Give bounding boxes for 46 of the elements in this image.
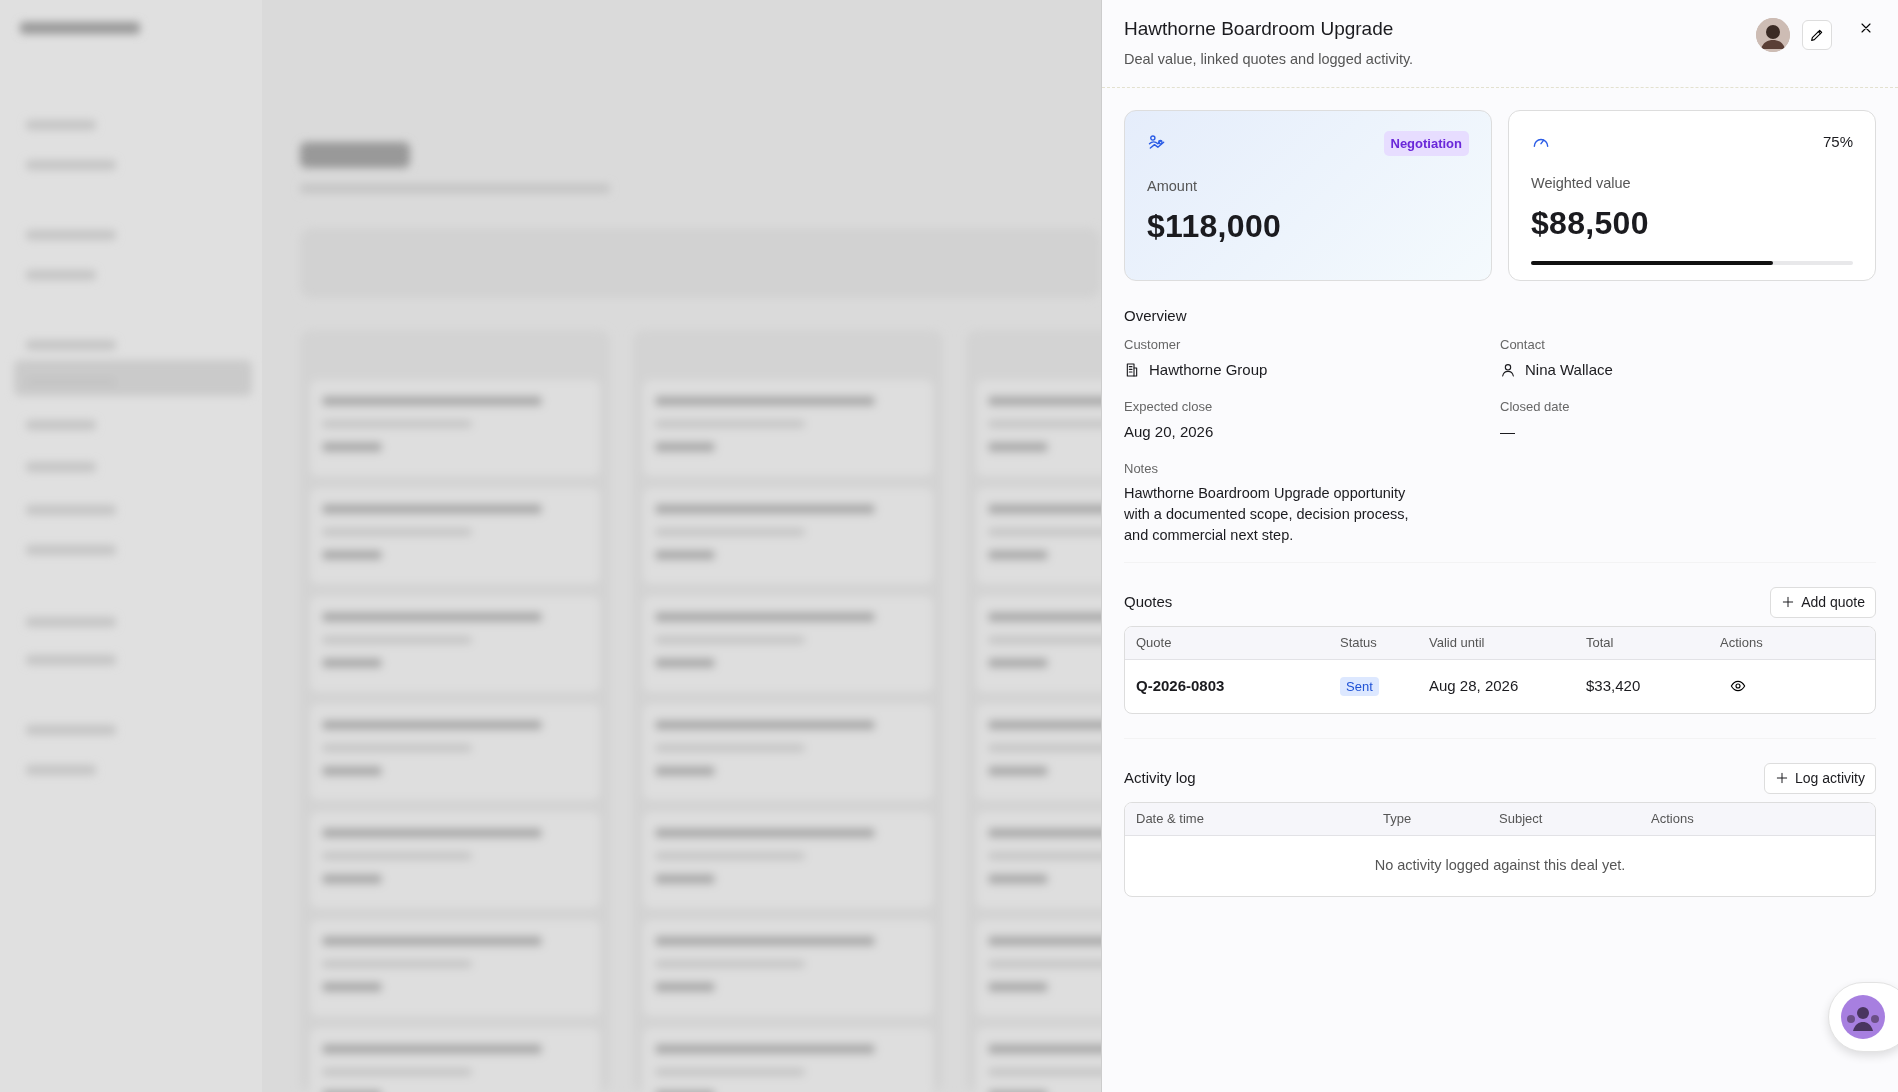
column-header: Subject (1499, 809, 1544, 828)
column-header: Type (1383, 809, 1413, 828)
notes-text: Hawthorne Boardroom Upgrade opportunity with a documented scope, decision process, and commercial next step. (1124, 483, 1410, 545)
field-label: Notes (1124, 460, 1159, 479)
people-icon (1841, 995, 1885, 1039)
field-value: Aug 20, 2026 (1124, 421, 1214, 442)
table-cell-text: $33,420 (1586, 675, 1642, 696)
field-value: Nina Wallace (1525, 359, 1613, 380)
column-header: Actions (1720, 633, 1764, 652)
section-title: Activity log (1124, 767, 1196, 788)
status-badge: Sent (1340, 676, 1379, 696)
stat-value: $118,000 (1147, 206, 1283, 246)
field-label: Closed date (1500, 398, 1571, 417)
drawer-title: Hawthorne Boardroom Upgrade (1124, 18, 1395, 41)
stat-label: Amount (1147, 177, 1198, 197)
field-value: — (1500, 421, 1515, 442)
column-header: Total (1586, 633, 1615, 652)
section-title: Overview (1124, 305, 1188, 326)
column-header: Valid until (1429, 633, 1486, 652)
column-header: Status (1340, 633, 1378, 652)
field-value: Hawthorne Group (1149, 359, 1268, 380)
person-icon (1500, 361, 1516, 378)
avatar-icon[interactable] (1756, 18, 1790, 52)
stat-label: Weighted value (1531, 174, 1632, 194)
table-cell-text: Aug 28, 2026 (1429, 675, 1520, 696)
field-label: Customer (1124, 336, 1182, 355)
add-quote-button[interactable]: Add quote (1770, 586, 1876, 618)
section-title: Quotes (1124, 591, 1173, 612)
edit-button[interactable] (1802, 20, 1832, 50)
column-header: Date & time (1136, 809, 1205, 828)
column-header: Quote (1136, 633, 1173, 652)
chat-launcher[interactable] (1828, 982, 1898, 1052)
pencil-icon (1809, 27, 1825, 43)
probability-text: 75% (1822, 131, 1853, 152)
column-header: Actions (1651, 809, 1695, 828)
plus-icon (1774, 771, 1789, 786)
building-icon (1124, 361, 1140, 378)
stat-value: $88,500 (1531, 203, 1650, 243)
field-label: Contact (1500, 336, 1546, 355)
plus-icon (1781, 595, 1796, 610)
empty-message: No activity logged against this deal yet. (1373, 855, 1627, 875)
field-label: Expected close (1124, 398, 1214, 417)
stage-badge: Negotiation (1383, 130, 1469, 157)
drawer-subtitle: Deal value, linked quotes and logged activity. (1124, 49, 1415, 69)
log-activity-button[interactable]: Log activity (1763, 762, 1876, 794)
table-cell-text: Q-2026-0803 (1136, 675, 1226, 696)
